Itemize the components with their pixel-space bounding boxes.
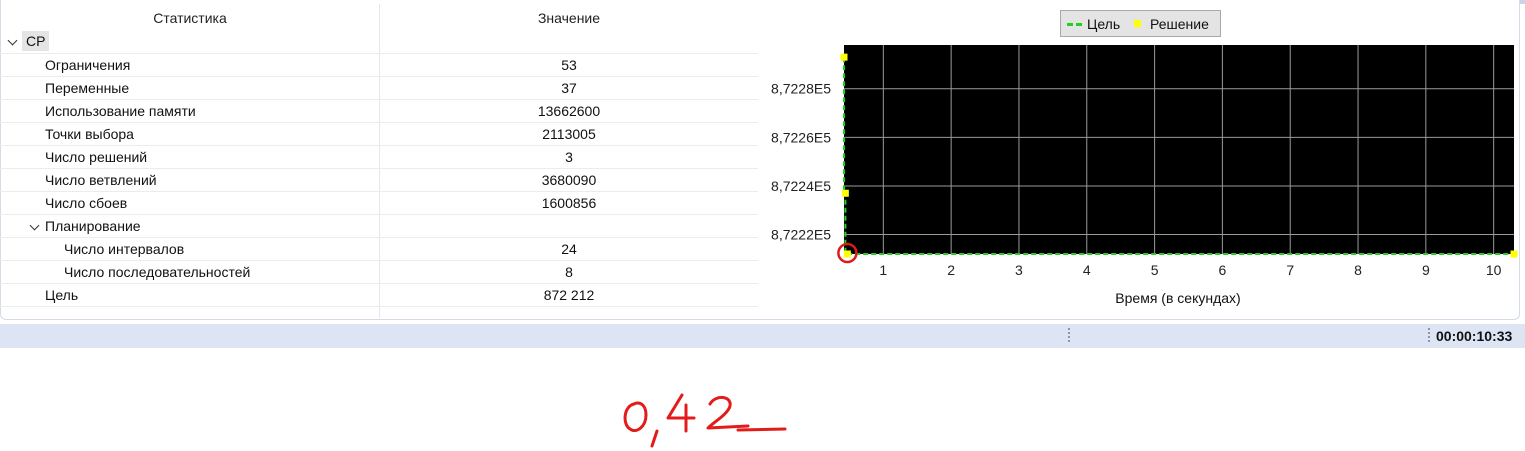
- handwritten-note-strokes: [623, 393, 787, 448]
- table-row[interactable]: Число ветвлений 3680090: [0, 168, 758, 191]
- table-row[interactable]: Число последовательностей 8: [0, 260, 758, 283]
- table-row[interactable]: Число интервалов 24: [0, 237, 758, 260]
- row-value: 872 212: [543, 287, 595, 303]
- row-label: Цель: [45, 287, 79, 303]
- solution-marker: [841, 189, 849, 197]
- x-tick-label: 3: [1015, 262, 1023, 278]
- solution-marker: [843, 250, 851, 258]
- x-axis-title: Время (в секундах): [1115, 290, 1241, 306]
- row-label: Число последовательностей: [64, 264, 251, 280]
- x-tick-label: 5: [1151, 262, 1159, 278]
- row-label: Ограничения: [45, 57, 131, 73]
- x-tick-label: 2: [947, 262, 955, 278]
- column-header-statistics[interactable]: Статистика: [0, 4, 380, 30]
- chevron-down-icon[interactable]: [7, 35, 18, 46]
- table-row[interactable]: Ограничения 53: [0, 53, 758, 76]
- tree-row-root[interactable]: CP: [0, 30, 758, 53]
- x-tick-label: 4: [1083, 262, 1091, 278]
- table-row[interactable]: Число сбоев 1600856: [0, 191, 758, 214]
- legend-goal-swatch: [1067, 23, 1082, 26]
- status-separator-grip[interactable]: [1068, 328, 1070, 344]
- chevron-down-icon[interactable]: [29, 220, 40, 231]
- x-tick-label: 8: [1354, 262, 1362, 278]
- row-value: 24: [561, 241, 577, 257]
- elapsed-time: 00:00:10:33: [1436, 328, 1513, 344]
- row-value: 53: [561, 57, 577, 73]
- y-tick-label: 8,7226E5: [771, 129, 831, 145]
- table-row[interactable]: Число решений 3: [0, 145, 758, 168]
- row-value: 37: [561, 80, 577, 96]
- row-label: Планирование: [45, 218, 141, 234]
- x-tick-label: 10: [1486, 262, 1502, 278]
- status-bar: 00:00:10:33: [0, 324, 1525, 348]
- x-tick-label: 6: [1219, 262, 1227, 278]
- row-value: 3680090: [541, 172, 597, 188]
- table-row[interactable]: Использование памяти 13662600: [0, 99, 758, 122]
- row-value: 1600856: [541, 195, 597, 211]
- row-label: Число сбоев: [45, 195, 128, 211]
- legend-goal-label: Цель: [1087, 16, 1121, 32]
- table-row-empty: [0, 306, 758, 318]
- row-label: Точки выбора: [45, 126, 134, 142]
- row-label: Число ветвлений: [45, 172, 157, 188]
- column-header-value[interactable]: Значение: [380, 4, 758, 30]
- row-value: 3: [565, 149, 573, 165]
- legend-solution-label: Решение: [1150, 16, 1209, 32]
- legend-solution-swatch: [1134, 20, 1141, 27]
- statistics-grid: Статистика Значение CP Ограничения 53 Пе…: [0, 4, 758, 318]
- table-row[interactable]: Цель 872 212: [0, 283, 758, 306]
- row-value: 13662600: [537, 103, 601, 119]
- handwritten-note: [623, 393, 787, 448]
- y-tick-label: 8,7222E5: [771, 227, 831, 243]
- table-row[interactable]: Точки выбора 2113005: [0, 122, 758, 145]
- x-tick-label: 1: [879, 262, 887, 278]
- progress-chart: 1 2 3 4 5 6 7 8 9 10 8,7222E5 8,7224E5 8,7226E5 8,722…: [771, 45, 1518, 278]
- plot-area: [844, 45, 1514, 254]
- tree-root-label: CP: [22, 31, 50, 51]
- y-tick-label: 8,7228E5: [771, 81, 831, 97]
- row-label: Использование памяти: [45, 103, 196, 119]
- row-value: 8: [565, 264, 573, 280]
- chart-legend: Цель Решение: [1060, 10, 1221, 37]
- solution-marker: [1510, 250, 1518, 258]
- x-tick-label: 9: [1422, 262, 1430, 278]
- row-label: Число интервалов: [64, 241, 185, 257]
- y-tick-label: 8,7224E5: [771, 178, 831, 194]
- tree-row-planning[interactable]: Планирование: [0, 214, 758, 237]
- table-row[interactable]: Переменные 37: [0, 76, 758, 99]
- status-separator-grip[interactable]: [1428, 328, 1430, 344]
- solution-marker: [840, 53, 848, 61]
- x-tick-label: 7: [1286, 262, 1294, 278]
- row-label: Переменные: [45, 80, 130, 96]
- row-value: 2113005: [542, 126, 596, 142]
- row-label: Число решений: [45, 149, 148, 165]
